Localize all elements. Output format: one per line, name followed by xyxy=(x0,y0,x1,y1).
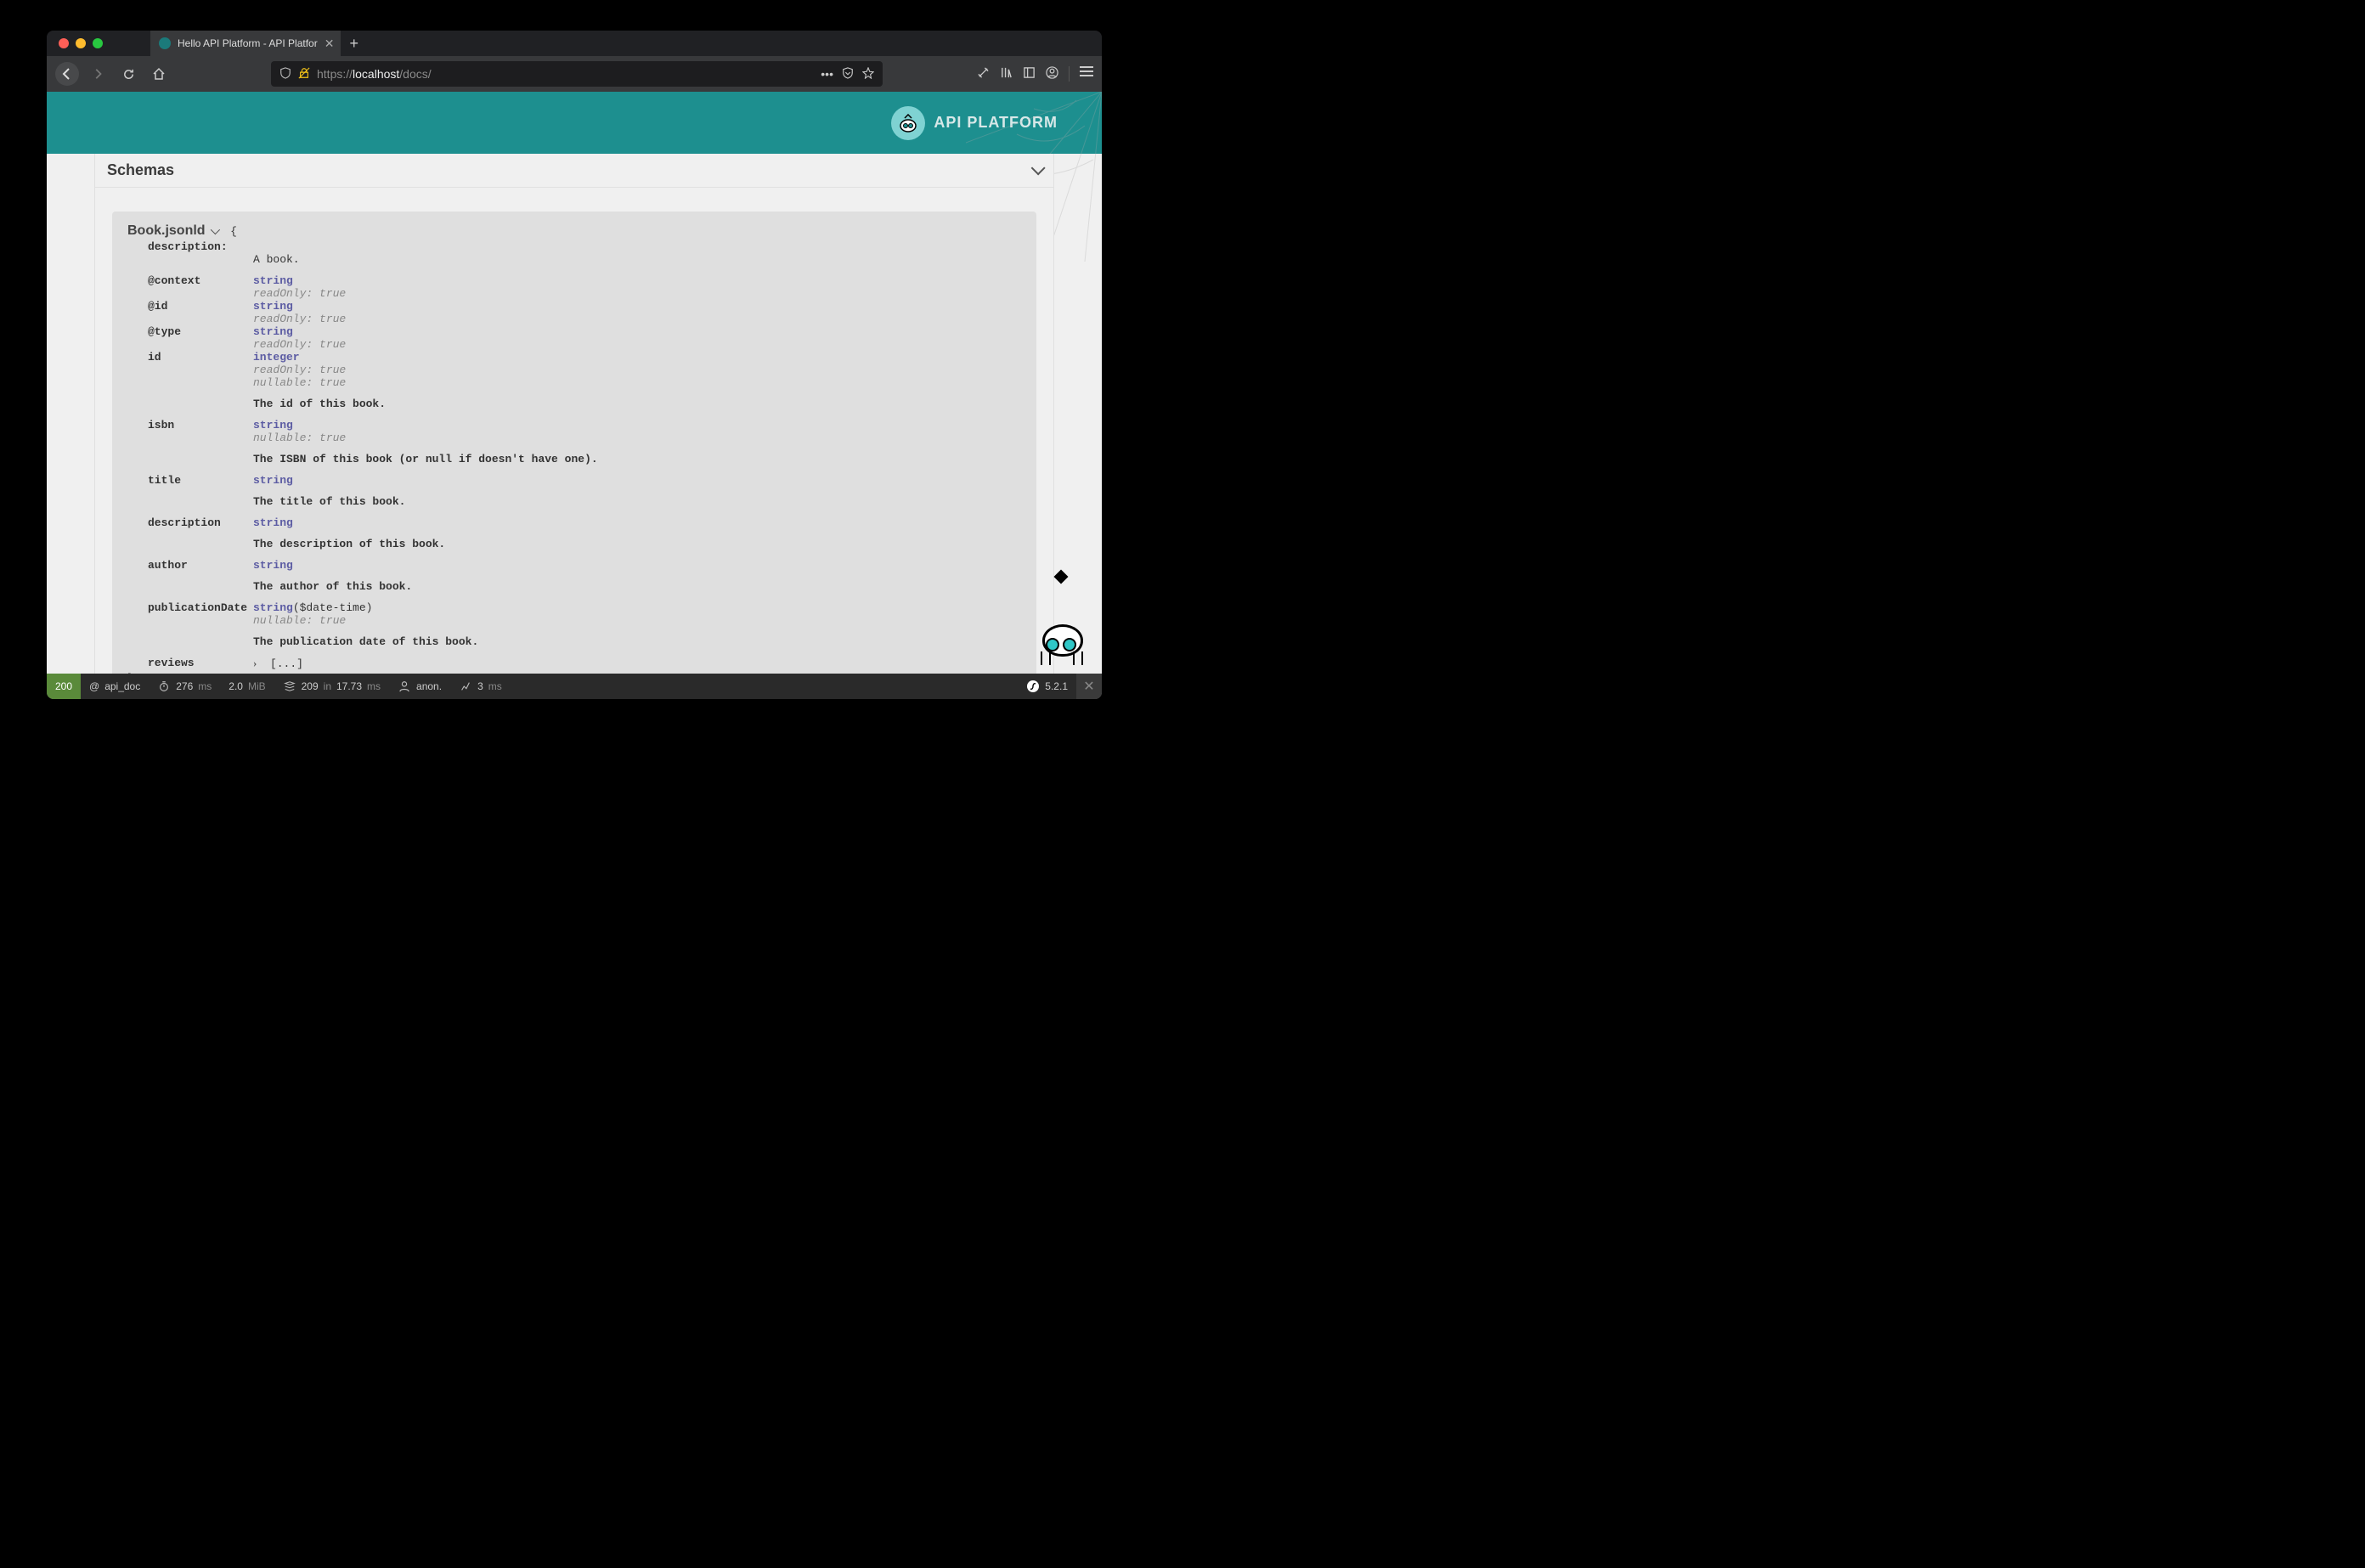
url-bar[interactable]: https://localhost/docs/ ••• xyxy=(271,61,883,87)
schema-property-row: authorstring xyxy=(127,559,598,572)
user-segment[interactable]: anon. xyxy=(389,674,450,699)
library-icon[interactable] xyxy=(1000,66,1013,82)
schema-card: Book.jsonld { description:A book.@contex… xyxy=(112,212,1036,697)
layers-icon xyxy=(283,680,296,693)
schema-name[interactable]: Book.jsonld xyxy=(127,223,217,239)
time-segment[interactable]: 276 ms xyxy=(149,674,220,699)
minimize-window-button[interactable] xyxy=(76,38,86,48)
reload-button[interactable] xyxy=(116,62,140,86)
user-icon xyxy=(398,680,411,693)
schema-property-row: @idstring xyxy=(127,300,598,313)
extra-segment[interactable]: 3 ms xyxy=(450,674,511,699)
mascot-icon xyxy=(1034,572,1093,665)
schema-property-row: titlestring xyxy=(127,474,598,487)
forward-button[interactable] xyxy=(86,62,110,86)
schema-property-row: isbnstring xyxy=(127,419,598,431)
tracking-protection-icon[interactable] xyxy=(279,67,291,82)
section-title: Schemas xyxy=(107,161,174,179)
tab-bar: Hello API Platform - API Platfor ✕ + xyxy=(47,31,1102,56)
chevron-down-icon xyxy=(211,223,217,239)
main-panel: Schemas Book.jsonld { description:A book… xyxy=(94,154,1054,699)
security-warning-icon[interactable] xyxy=(298,67,310,82)
signal-icon xyxy=(459,680,472,693)
browser-toolbar: https://localhost/docs/ ••• xyxy=(47,56,1102,92)
debug-toolbar: 200 @ api_doc 276 ms 2.0 MiB 209 in 17.7… xyxy=(47,674,1102,699)
maximize-window-button[interactable] xyxy=(93,38,103,48)
close-tab-button[interactable]: ✕ xyxy=(325,37,335,51)
logo-icon xyxy=(891,106,925,140)
browser-window: Hello API Platform - API Platfor ✕ + htt… xyxy=(47,31,1102,699)
stopwatch-icon xyxy=(157,680,171,693)
url-text: https://localhost/docs/ xyxy=(317,67,814,81)
bookmark-icon[interactable] xyxy=(862,67,874,82)
back-button[interactable] xyxy=(55,62,79,86)
symfony-version-segment[interactable]: 5.2.1 xyxy=(1018,674,1076,699)
http-status-badge[interactable]: 200 xyxy=(47,674,81,699)
schema-property-row: descriptionstring xyxy=(127,516,598,529)
close-debug-button[interactable]: ✕ xyxy=(1076,674,1102,699)
pocket-icon[interactable] xyxy=(842,67,854,82)
sidebar-icon[interactable] xyxy=(1023,66,1036,82)
schema-property-row: reviews› [...] xyxy=(127,657,598,670)
close-window-button[interactable] xyxy=(59,38,69,48)
account-icon[interactable] xyxy=(1046,66,1058,82)
brand-logo[interactable]: API PLATFORM xyxy=(891,106,1058,140)
db-segment[interactable]: 209 in 17.73 ms xyxy=(274,674,389,699)
schema-property-row: idinteger xyxy=(127,351,598,364)
menu-button[interactable] xyxy=(1080,66,1093,82)
page-actions-icon[interactable]: ••• xyxy=(821,67,833,82)
page-viewport: API PLATFORM Schemas Book.jsonld { descr… xyxy=(47,92,1102,699)
home-button[interactable] xyxy=(147,62,171,86)
window-controls xyxy=(47,31,113,56)
new-tab-button[interactable]: + xyxy=(341,31,367,56)
schemas-section-header[interactable]: Schemas xyxy=(95,154,1053,188)
devtools-icon[interactable] xyxy=(977,66,990,82)
schema-property-row: @contextstring xyxy=(127,274,598,287)
brand-text: API PLATFORM xyxy=(934,114,1058,132)
symfony-icon xyxy=(1026,680,1040,693)
tab-title: Hello API Platform - API Platfor xyxy=(178,37,318,49)
browser-tab[interactable]: Hello API Platform - API Platfor ✕ xyxy=(150,31,341,56)
memory-segment[interactable]: 2.0 MiB xyxy=(220,674,274,699)
route-segment[interactable]: @ api_doc xyxy=(81,674,149,699)
app-header: API PLATFORM xyxy=(47,92,1102,154)
chevron-down-icon xyxy=(1031,161,1041,179)
schema-property-row: publicationDatestring($date-time) xyxy=(127,601,598,614)
schema-property-row: @typestring xyxy=(127,325,598,338)
tab-favicon-icon xyxy=(159,37,171,49)
